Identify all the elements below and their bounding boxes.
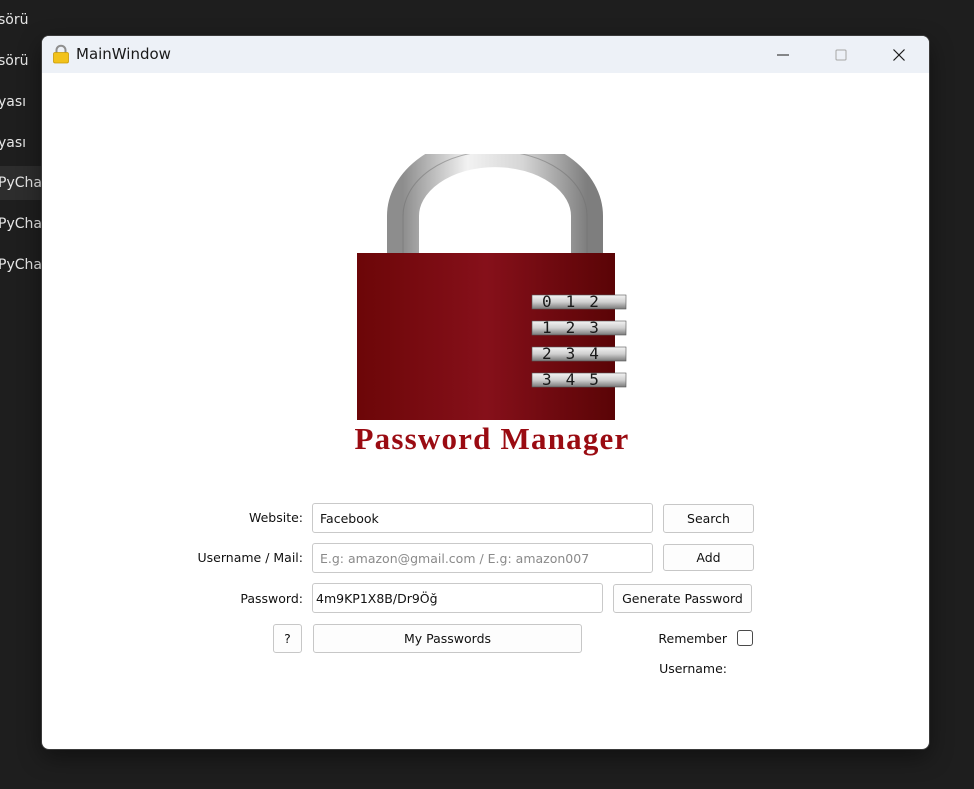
help-button[interactable]: ?: [273, 624, 302, 653]
minimize-icon: [777, 53, 789, 56]
username-input[interactable]: [312, 543, 653, 573]
close-icon: [893, 48, 905, 61]
main-window: MainWindow 012 123 234 345 Password Mana…: [42, 36, 929, 749]
window-title: MainWindow: [76, 45, 171, 63]
close-button[interactable]: [870, 36, 928, 73]
generate-password-button[interactable]: Generate Password: [613, 584, 752, 613]
background-list-item[interactable]: sörü: [0, 3, 42, 37]
website-input[interactable]: [312, 503, 653, 533]
background-list-item[interactable]: PyChar: [0, 248, 42, 282]
password-manager-logo: 012 123 234 345 Password Manager: [355, 154, 630, 456]
background-list-item[interactable]: yası: [0, 126, 42, 160]
website-label: Website:: [248, 510, 303, 525]
lock-icon: [53, 44, 69, 64]
maximize-button[interactable]: [812, 36, 870, 73]
search-button[interactable]: Search: [663, 504, 754, 533]
logo-title: Password Manager: [355, 421, 630, 456]
add-button[interactable]: Add: [663, 544, 754, 571]
minimize-button[interactable]: [754, 36, 812, 73]
password-input[interactable]: [312, 583, 603, 613]
dial-row: 345: [542, 370, 613, 389]
background-list-item[interactable]: PyChar: [0, 166, 42, 200]
background-list-item[interactable]: PyChar: [0, 207, 42, 241]
username-label: Username / Mail:: [197, 550, 303, 565]
dial-row: 123: [542, 318, 613, 337]
password-label: Password:: [240, 591, 303, 606]
remember-username-label: Remember Username:: [658, 631, 727, 676]
background-list-item[interactable]: yası: [0, 85, 42, 119]
my-passwords-button[interactable]: My Passwords: [313, 624, 582, 653]
remember-username-checkbox[interactable]: [737, 630, 753, 646]
title-bar[interactable]: MainWindow: [42, 36, 929, 73]
padlock-shackle: [387, 154, 603, 256]
dial-row: 234: [542, 344, 613, 363]
maximize-icon: [835, 49, 847, 60]
background-list-item[interactable]: sörü: [0, 44, 42, 78]
dial-row: 012: [542, 292, 613, 311]
